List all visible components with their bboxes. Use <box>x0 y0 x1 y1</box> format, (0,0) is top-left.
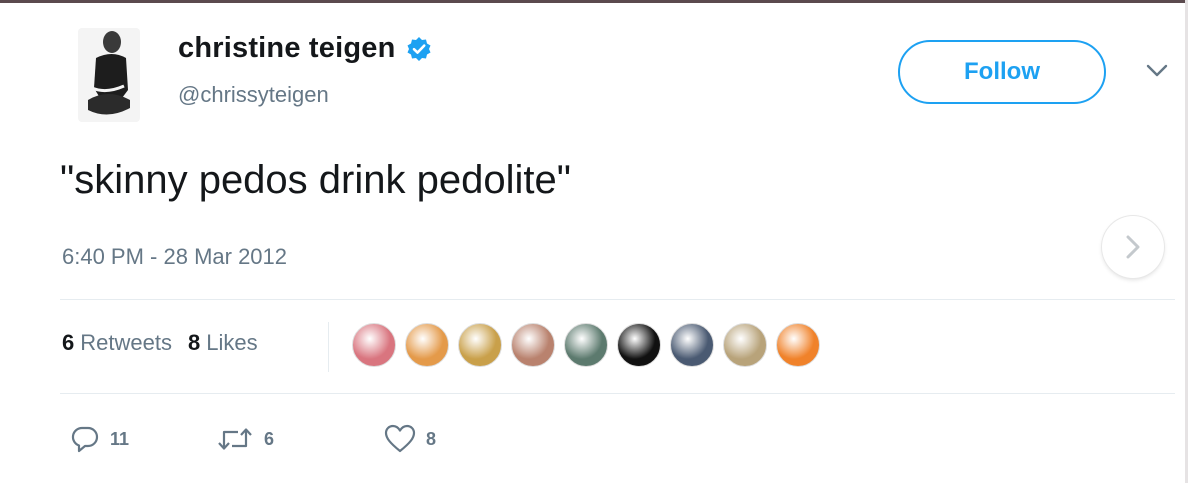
follow-button[interactable]: Follow <box>898 40 1106 104</box>
liker-avatar-9[interactable] <box>776 323 820 367</box>
divider-bottom <box>60 393 1175 394</box>
liker-avatar-7[interactable] <box>670 323 714 367</box>
divider-top <box>60 299 1175 300</box>
tweet-actions: 11 6 8 <box>70 424 436 454</box>
liker-avatar-3[interactable] <box>458 323 502 367</box>
tweet-stats: 6 Retweets 8 Likes <box>62 330 274 356</box>
tweet-text: "skinny pedos drink pedolite" <box>60 158 571 202</box>
retweets-label: Retweets <box>80 330 172 355</box>
retweets-stat[interactable]: 6 Retweets <box>62 330 172 356</box>
user-handle[interactable]: @chrissyteigen <box>178 82 329 108</box>
user-name-row[interactable]: christine teigen <box>178 32 432 65</box>
retweet-icon <box>218 428 252 450</box>
top-border <box>0 0 1188 3</box>
likes-stat[interactable]: 8 Likes <box>188 330 258 356</box>
display-name[interactable]: christine teigen <box>178 32 396 65</box>
retweets-count: 6 <box>62 330 75 355</box>
chevron-down-icon[interactable] <box>1146 64 1168 78</box>
next-tweet-button[interactable] <box>1102 216 1164 278</box>
likes-label: Likes <box>206 330 258 355</box>
like-count: 8 <box>426 428 437 449</box>
retweet-count: 6 <box>264 428 275 449</box>
stats-separator <box>328 322 329 372</box>
liker-avatar-2[interactable] <box>405 323 449 367</box>
verified-badge-icon <box>407 36 431 61</box>
likes-count: 8 <box>187 330 201 355</box>
liker-avatar-4[interactable] <box>511 323 555 367</box>
reply-count: 11 <box>110 428 130 449</box>
profile-avatar[interactable] <box>78 28 140 122</box>
tweet-timestamp[interactable]: 6:40 PM - 28 Mar 2012 <box>62 244 287 270</box>
reply-icon <box>71 426 99 453</box>
retweet-action[interactable]: 6 <box>216 424 384 454</box>
chevron-right-icon <box>1126 235 1140 259</box>
liker-avatar-5[interactable] <box>564 323 608 367</box>
reply-action[interactable]: 11 <box>70 424 216 454</box>
liker-avatar-6[interactable] <box>617 323 661 367</box>
heart-icon <box>384 424 416 453</box>
liker-avatars <box>352 323 829 367</box>
liker-avatar-8[interactable] <box>723 323 767 367</box>
like-action[interactable]: 8 <box>384 424 436 454</box>
liker-avatar-1[interactable] <box>352 323 396 367</box>
